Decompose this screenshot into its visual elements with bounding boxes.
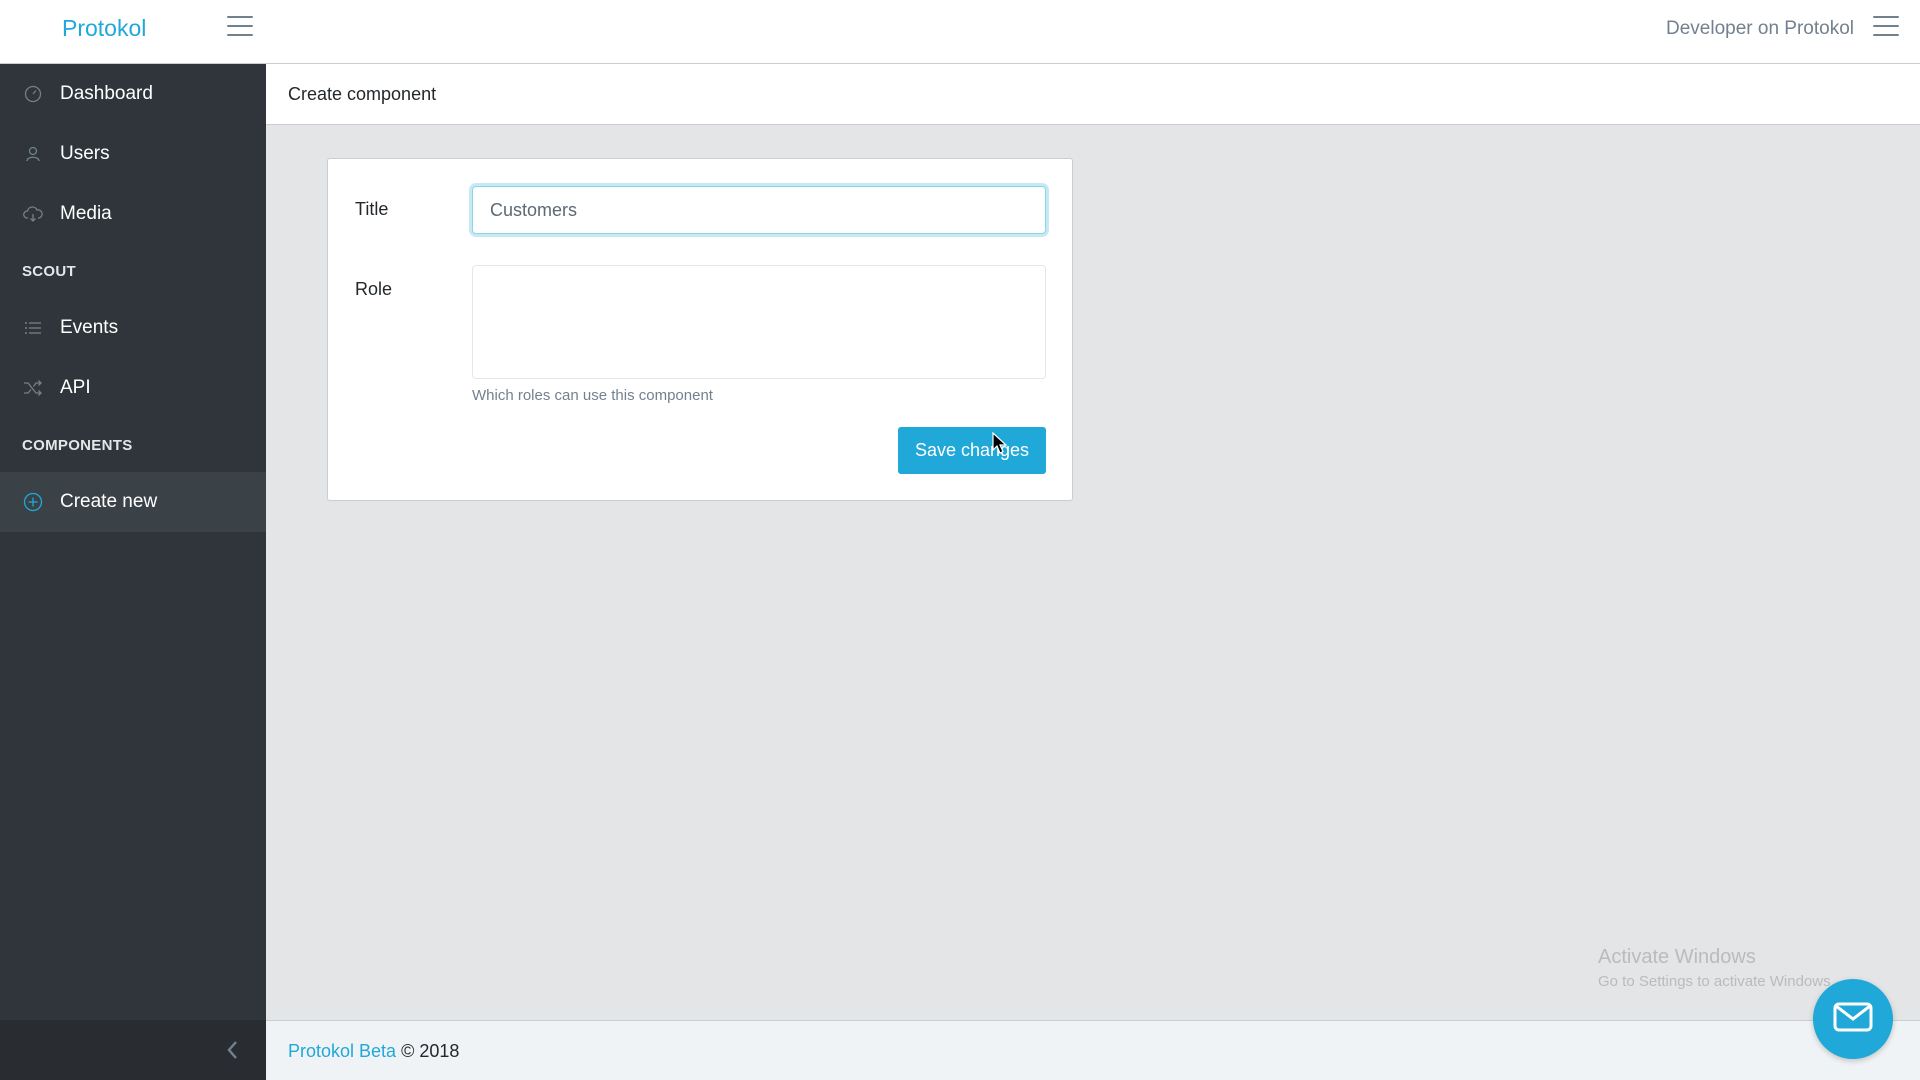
sidebar-item-media[interactable]: Media: [0, 184, 266, 244]
top-header: Protokol Developer on Protokol: [0, 0, 1920, 64]
footer-text: Protokol Beta © 2018: [288, 1041, 459, 1062]
speedometer-icon: [22, 83, 44, 105]
activate-windows-watermark: Activate Windows Go to Settings to activ…: [1598, 946, 1835, 990]
nav-section-components: COMPONENTS: [22, 436, 133, 454]
title-label: Title: [355, 199, 389, 219]
nav-section-scout: SCOUT: [22, 262, 76, 280]
sidebar-footer: [0, 1020, 266, 1080]
user-label[interactable]: Developer on Protokol: [1666, 18, 1854, 40]
chat-envelope-button[interactable]: [1813, 979, 1893, 1059]
brand-logo[interactable]: Protokol: [62, 15, 146, 42]
user-icon: [22, 143, 44, 165]
cloud-download-icon: [22, 203, 44, 225]
sidebar: Dashboard Users Media SCOUT Events API C…: [0, 64, 266, 1080]
sidebar-item-label: Media: [60, 203, 112, 224]
save-changes-button[interactable]: Save changes: [898, 427, 1046, 474]
footer-link-protokol-beta[interactable]: Protokol Beta: [288, 1041, 396, 1061]
sidebar-item-label: Events: [60, 317, 119, 338]
sidebar-item-label: Users: [60, 143, 110, 164]
watermark-title: Activate Windows: [1598, 946, 1756, 968]
create-component-card: Title Role Which roles can use this comp…: [327, 158, 1073, 501]
sidebar-item-create-new[interactable]: Create new: [0, 472, 266, 532]
sidebar-item-api[interactable]: API: [0, 358, 266, 418]
envelope-icon: [1833, 1002, 1873, 1037]
app-footer: Protokol Beta © 2018: [266, 1020, 1920, 1080]
breadcrumb: Create component: [266, 64, 1920, 125]
sidebar-item-users[interactable]: Users: [0, 124, 266, 184]
sidebar-item-label: Dashboard: [60, 83, 153, 104]
mouse-cursor-icon: [992, 431, 1008, 461]
sidebar-item-events[interactable]: Events: [0, 298, 266, 358]
plus-circle-icon: [22, 491, 44, 513]
sidebar-toggle-menu-icon[interactable]: [227, 16, 253, 38]
title-input[interactable]: [472, 186, 1046, 234]
sidebar-item-dashboard[interactable]: Dashboard: [0, 64, 266, 124]
list-icon: [22, 317, 44, 339]
role-help-text: Which roles can use this component: [472, 387, 713, 404]
sidebar-minimizer-chevron-left-icon[interactable]: [222, 1038, 242, 1062]
aside-menu-icon[interactable]: [1873, 16, 1899, 38]
sidebar-item-label: Create new: [60, 491, 158, 512]
shuffle-icon: [22, 377, 44, 399]
watermark-subtitle: Go to Settings to activate Windows.: [1598, 973, 1835, 990]
sidebar-item-label: API: [60, 377, 91, 398]
footer-copyright: © 2018: [401, 1041, 460, 1061]
role-label: Role: [355, 279, 393, 299]
role-textarea[interactable]: [472, 265, 1046, 379]
breadcrumb-current: Create component: [288, 84, 437, 104]
